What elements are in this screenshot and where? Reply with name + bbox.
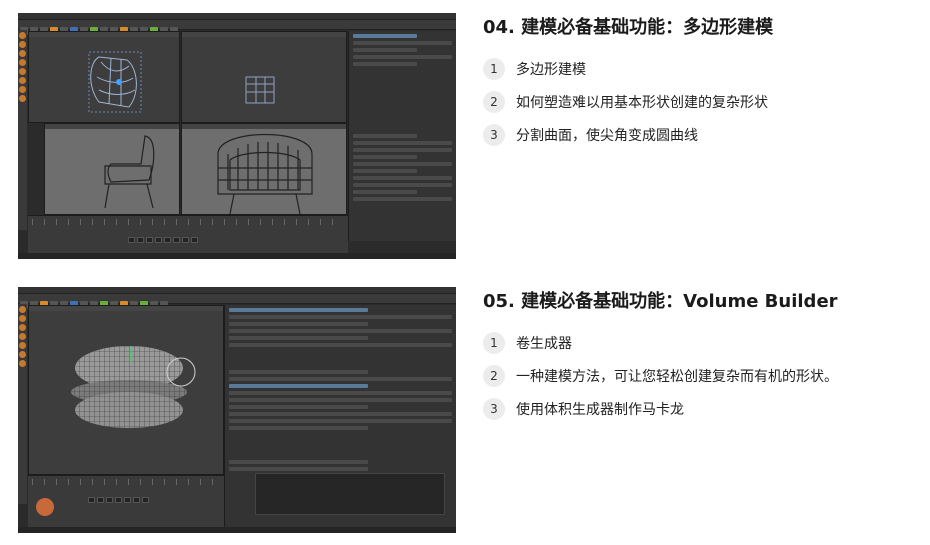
app-menubar bbox=[18, 287, 456, 302]
list-item: 2 一种建模方法，可让您轻松创建复杂而有机的形状。 bbox=[483, 364, 913, 387]
object-manager-panel bbox=[224, 305, 456, 367]
item-label: 分割曲面，使尖角变成圆曲线 bbox=[516, 127, 698, 144]
left-toolbar bbox=[18, 304, 27, 504]
macaron-mesh bbox=[71, 346, 196, 428]
status-bar bbox=[18, 253, 456, 259]
screenshot-polygon-modeling bbox=[18, 13, 456, 259]
status-bar bbox=[18, 527, 456, 533]
item-label: 一种建模方法，可让您轻松创建复杂而有机的形状。 bbox=[516, 368, 838, 385]
left-toolbar bbox=[18, 30, 27, 230]
feature-list: 1 多边形建模 2 如何塑造难以用基本形状创建的复杂形状 3 分割曲面，使尖角变… bbox=[483, 57, 913, 146]
list-item: 3 使用体积生成器制作马卡龙 bbox=[483, 397, 913, 420]
app-menubar bbox=[18, 13, 456, 28]
section-volume-builder: 05. 建模必备基础功能：Volume Builder 1 卷生成器 2 一种建… bbox=[483, 289, 913, 430]
armchair-wireframe-top bbox=[245, 76, 275, 104]
viewport-top bbox=[181, 31, 347, 123]
item-number-badge: 1 bbox=[483, 331, 505, 354]
list-item: 1 多边形建模 bbox=[483, 57, 913, 80]
item-number-badge: 1 bbox=[483, 57, 505, 80]
screenshot-volume-builder bbox=[18, 287, 456, 533]
app-toolbar bbox=[18, 20, 456, 35]
viewport-perspective bbox=[28, 305, 224, 475]
item-number-badge: 2 bbox=[483, 364, 505, 387]
armchair-wireframe-perspective bbox=[88, 51, 142, 113]
item-number-badge: 2 bbox=[483, 90, 505, 113]
viewport-side bbox=[44, 123, 180, 215]
timeline-panel bbox=[28, 475, 224, 527]
viewport-front bbox=[181, 123, 347, 215]
item-number-badge: 3 bbox=[483, 397, 505, 420]
object-manager-panel bbox=[348, 31, 456, 131]
feature-list: 1 卷生成器 2 一种建模方法，可让您轻松创建复杂而有机的形状。 3 使用体积生… bbox=[483, 331, 913, 420]
section-polygon-modeling: 04. 建模必备基础功能：多边形建模 1 多边形建模 2 如何塑造难以用基本形状… bbox=[483, 15, 913, 156]
list-item: 2 如何塑造难以用基本形状创建的复杂形状 bbox=[483, 90, 913, 113]
item-label: 卷生成器 bbox=[516, 335, 572, 352]
timeline-panel bbox=[28, 215, 348, 253]
attribute-manager-panel bbox=[348, 131, 456, 241]
item-label: 使用体积生成器制作马卡龙 bbox=[516, 401, 684, 418]
list-item: 1 卷生成器 bbox=[483, 331, 913, 354]
armchair-wireframe-front bbox=[217, 134, 313, 214]
attribute-manager-panel bbox=[224, 367, 456, 457]
curve-panel bbox=[224, 457, 456, 527]
viewport-perspective bbox=[28, 31, 180, 123]
section-title: 04. 建模必备基础功能：多边形建模 bbox=[483, 17, 774, 38]
item-label: 多边形建模 bbox=[516, 61, 586, 78]
item-number-badge: 3 bbox=[483, 123, 505, 146]
section-title: 05. 建模必备基础功能：Volume Builder bbox=[483, 291, 838, 312]
armchair-wireframe-side bbox=[104, 135, 155, 209]
app-toolbar bbox=[18, 294, 456, 309]
list-item: 3 分割曲面，使尖角变成圆曲线 bbox=[483, 123, 913, 146]
item-label: 如何塑造难以用基本形状创建的复杂形状 bbox=[516, 94, 768, 111]
